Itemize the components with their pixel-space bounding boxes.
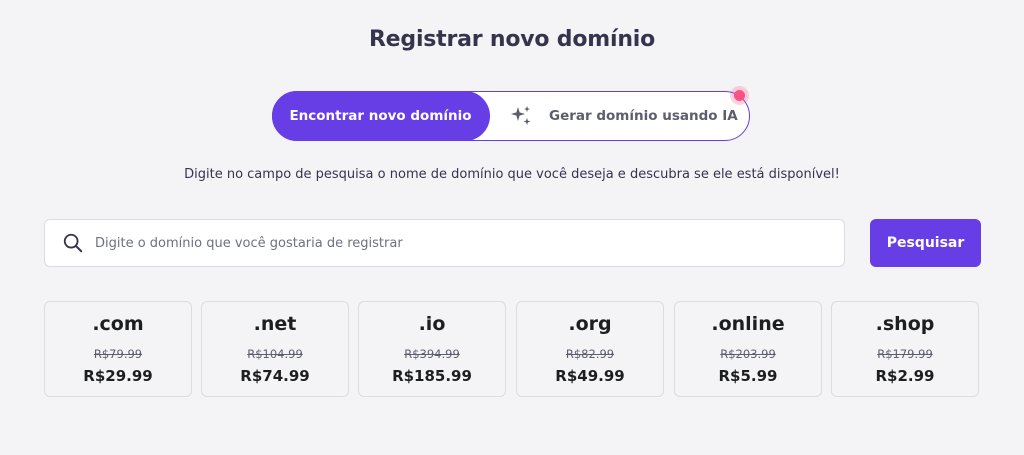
tld-name: .shop	[875, 313, 935, 335]
tld-old-price: R$82.99	[565, 347, 615, 361]
find-domain-tab[interactable]: Encontrar novo domínio	[271, 90, 490, 141]
tld-price: R$74.99	[240, 367, 310, 385]
find-domain-tab-label: Encontrar novo domínio	[289, 107, 472, 124]
tld-name: .com	[92, 313, 144, 335]
tld-name: .online	[711, 313, 785, 335]
sparkle-icon	[511, 105, 531, 125]
page-subtitle: Digite no campo de pesquisa o nome de do…	[184, 167, 840, 182]
tld-card-net[interactable]: .net R$104.99 R$74.99	[201, 301, 349, 397]
tld-price: R$2.99	[875, 367, 935, 385]
tld-old-price: R$179.99	[877, 347, 933, 361]
tld-card-org[interactable]: .org R$82.99 R$49.99	[516, 301, 664, 397]
search-button[interactable]: Pesquisar	[870, 219, 981, 267]
tld-price: R$29.99	[83, 367, 153, 385]
tld-old-price: R$394.99	[404, 347, 460, 361]
tld-card-online[interactable]: .online R$203.99 R$5.99	[674, 301, 822, 397]
notification-dot	[734, 90, 745, 101]
tld-old-price: R$203.99	[720, 347, 776, 361]
tld-old-price: R$104.99	[247, 347, 303, 361]
tld-name: .net	[253, 313, 297, 335]
domain-mode-toggle: Encontrar novo domínio Gerar domínio usa…	[271, 90, 750, 141]
search-icon	[63, 233, 83, 253]
search-box	[44, 219, 845, 267]
tld-price: R$185.99	[392, 367, 472, 385]
tld-old-price: R$79.99	[93, 347, 143, 361]
tld-card-io[interactable]: .io R$394.99 R$185.99	[358, 301, 506, 397]
tld-card-shop[interactable]: .shop R$179.99 R$2.99	[831, 301, 979, 397]
tld-card-com[interactable]: .com R$79.99 R$29.99	[44, 301, 192, 397]
tld-name: .org	[568, 313, 612, 335]
ai-domain-tab-label: Gerar domínio usando IA	[549, 107, 738, 124]
tld-name: .io	[418, 313, 446, 335]
tld-price: R$49.99	[555, 367, 625, 385]
domain-search-input[interactable]	[93, 222, 844, 264]
tld-price: R$5.99	[718, 367, 778, 385]
page-title: Registrar novo domínio	[368, 27, 656, 52]
ai-domain-tab[interactable]: Gerar domínio usando IA	[509, 92, 738, 139]
